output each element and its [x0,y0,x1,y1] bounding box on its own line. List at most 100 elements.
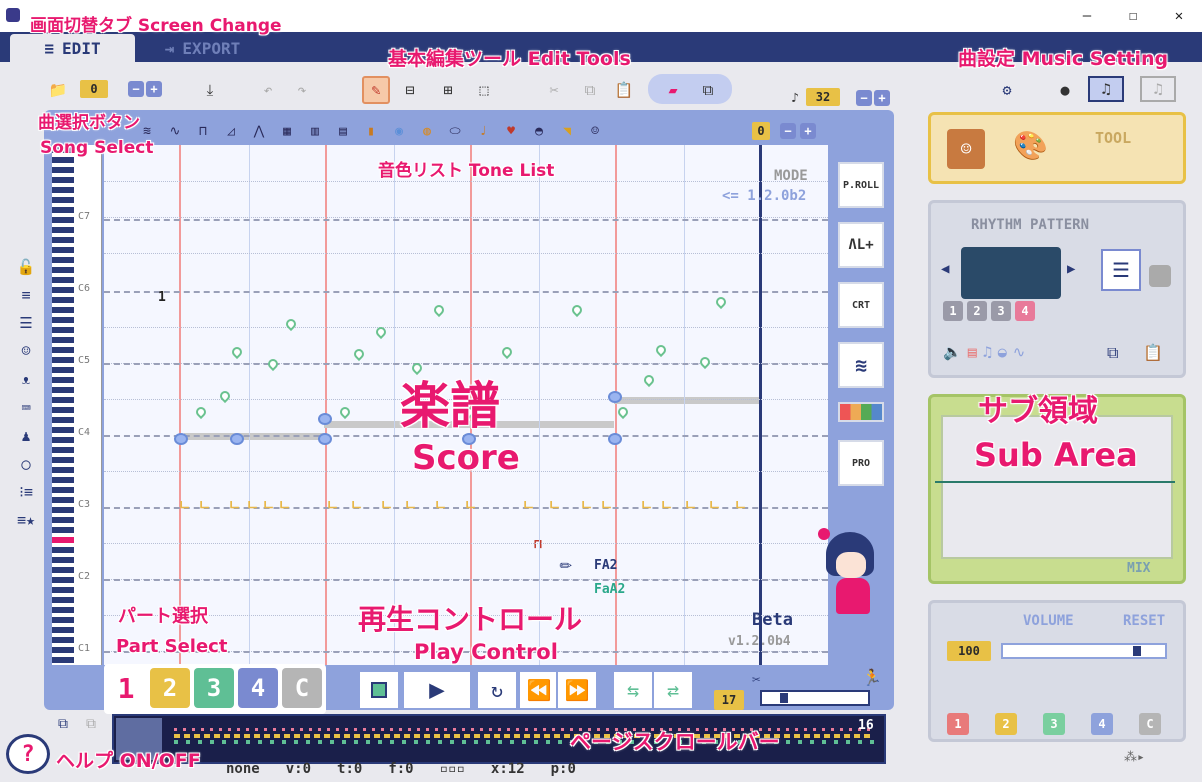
rhythm-slot-2[interactable]: 2 [967,301,987,321]
minimize-button[interactable]: — [1064,0,1110,32]
speed-slider-handle[interactable] [780,693,788,703]
brush-icon[interactable]: ▰ [660,78,686,102]
rhythm-paste-icon[interactable]: 📋 [1143,343,1163,362]
music-setting-alt-icon[interactable]: ♫ [1140,76,1176,102]
chord-tool[interactable]: CRT [838,282,884,328]
tool-face-icon[interactable]: ☺ [947,129,985,169]
rhythm-slot-4[interactable]: 4 [1015,301,1035,321]
close-button[interactable]: ✕ [1156,0,1202,32]
rhythm-wave-icon[interactable]: ∿ [1013,343,1026,361]
list-bold-icon[interactable]: ☰ [19,314,32,332]
tab-edit[interactable]: ≡ EDIT [10,34,135,62]
layers-icon[interactable]: ≋ [838,342,884,388]
piano-tone-icon[interactable]: ▥ [304,120,326,142]
piano-roll-tool[interactable]: P.ROLL [838,162,884,208]
channel-4[interactable]: 4 [1091,713,1113,735]
tri-tone-icon[interactable]: ⋀ [248,120,270,142]
ufo-tone-icon[interactable]: ◓ [528,120,550,142]
paste-icon[interactable]: 📋 [612,78,636,102]
select-tool-icon[interactable]: ⬚ [472,78,496,102]
pulse-add-tool[interactable]: ɅL+ [838,222,884,268]
play-button[interactable]: ▶ [402,670,472,710]
piano-keyboard[interactable]: C7 C6 C5 C4 C3 C2 C1 [52,145,102,665]
help-button[interactable]: ? [6,734,50,774]
pencil-icon[interactable]: ✎ [362,76,390,104]
rhythm-drum-icon[interactable]: ◒ [998,343,1007,361]
square-tone-icon[interactable]: ⊓ [192,120,214,142]
stamp-tool-icon[interactable]: ⊞ [436,78,460,102]
rhythm-note-icon[interactable]: ♫ [983,343,992,361]
figure-icon[interactable]: ♟ [21,427,30,445]
channel-3[interactable]: 3 [1043,713,1065,735]
list-icon[interactable]: ≡ [21,286,30,304]
stop-button[interactable] [358,670,400,710]
page-view-icon[interactable]: ⧉ [58,716,80,738]
heart-tone-icon[interactable]: ♥ [500,120,522,142]
folder-icon[interactable]: 📁 [46,78,70,102]
face-tone-icon[interactable]: ☺ [584,120,606,142]
pro-tool[interactable]: PRO [838,440,884,486]
duplicate-icon[interactable]: ⧉ [696,78,720,102]
lock-icon[interactable]: 🔓 [17,258,36,276]
redo-icon[interactable]: ↷ [290,78,314,102]
part-1-button[interactable]: 1 [106,668,146,708]
star-list-icon[interactable]: ≡★ [17,511,35,529]
volume-slider[interactable] [1001,643,1167,659]
wave-tone-icon[interactable]: ∿ [164,120,186,142]
guitar-tone-icon[interactable]: ♩ [472,120,494,142]
bell-tone-icon[interactable]: ◉ [388,120,410,142]
speaker-icon[interactable]: 🔈 [943,343,962,361]
cat-icon[interactable]: ᴥ [22,370,30,389]
rhythm-next-icon[interactable]: ▶ [1067,261,1075,277]
circle-icon[interactable]: ◯ [21,455,30,473]
maximize-button[interactable]: ☐ [1110,0,1156,32]
rhythm-list-red-icon[interactable]: ▤ [968,343,977,361]
part-3-button[interactable]: 3 [194,668,234,708]
part-4-button[interactable]: 4 [238,668,278,708]
song-plus-button[interactable]: + [146,81,162,97]
drum-tone-icon[interactable]: ⬭ [444,120,466,142]
channel-2[interactable]: 2 [995,713,1017,735]
rewind-button[interactable]: ⏪ [518,670,560,710]
fast-forward-button[interactable]: ⏩ [556,670,598,710]
erase-tool-icon[interactable]: ⊟ [398,78,422,102]
length-minus-button[interactable]: − [856,90,872,106]
rhythm-clear-icon[interactable] [1149,265,1171,287]
loop-button[interactable]: ↻ [476,670,518,710]
rhythm-prev-icon[interactable]: ◀ [941,261,949,277]
part-c-button[interactable]: C [282,668,322,708]
horn-tone-icon[interactable]: ◥ [556,120,578,142]
tab-export[interactable]: ⇥ EXPORT [140,34,265,62]
undo-icon[interactable]: ↶ [256,78,280,102]
strings-tone-icon[interactable]: ▮ [360,120,382,142]
rhythm-copy-icon[interactable]: ⧉ [1107,343,1118,363]
organ-tone-icon[interactable]: ▤ [332,120,354,142]
volume-slider-handle[interactable] [1133,646,1141,656]
repeat-start-button[interactable]: ⇆ [612,670,654,710]
smile-icon[interactable]: ☺ [21,342,30,360]
bomb-icon[interactable]: ● [1052,78,1078,102]
save-icon[interactable]: ⤓ [198,78,222,102]
rhythm-slot-3[interactable]: 3 [991,301,1011,321]
speed-slider[interactable] [760,690,870,706]
saw-tone-icon[interactable]: ◿ [220,120,242,142]
reset-button[interactable]: RESET [1123,613,1165,629]
numbered-list-icon[interactable]: ⁝≡ [19,483,33,501]
checker-tone-icon[interactable]: ▦ [276,120,298,142]
channel-1[interactable]: 1 [947,713,969,735]
music-setting-icon[interactable]: ♫ [1088,76,1124,102]
rhythm-slot-1[interactable]: 1 [943,301,963,321]
tone-minus-button[interactable]: − [780,123,796,139]
gear-icon[interactable]: ⚙ [994,78,1020,102]
song-minus-button[interactable]: − [128,81,144,97]
page-view-alt-icon[interactable]: ⧉ [86,716,108,738]
keyboard-icon[interactable]: ⌨ [21,399,30,417]
color-palette-icon[interactable] [838,402,884,422]
part-2-button[interactable]: 2 [150,668,190,708]
channel-c[interactable]: C [1139,713,1161,735]
copy-icon[interactable]: ⧉ [578,78,602,102]
repeat-end-button[interactable]: ⇄ [652,670,694,710]
length-plus-button[interactable]: + [874,90,890,106]
settings-corner-icon[interactable]: ⁂▸ [1124,750,1145,765]
rhythm-list-icon[interactable]: ☰ [1101,249,1141,291]
